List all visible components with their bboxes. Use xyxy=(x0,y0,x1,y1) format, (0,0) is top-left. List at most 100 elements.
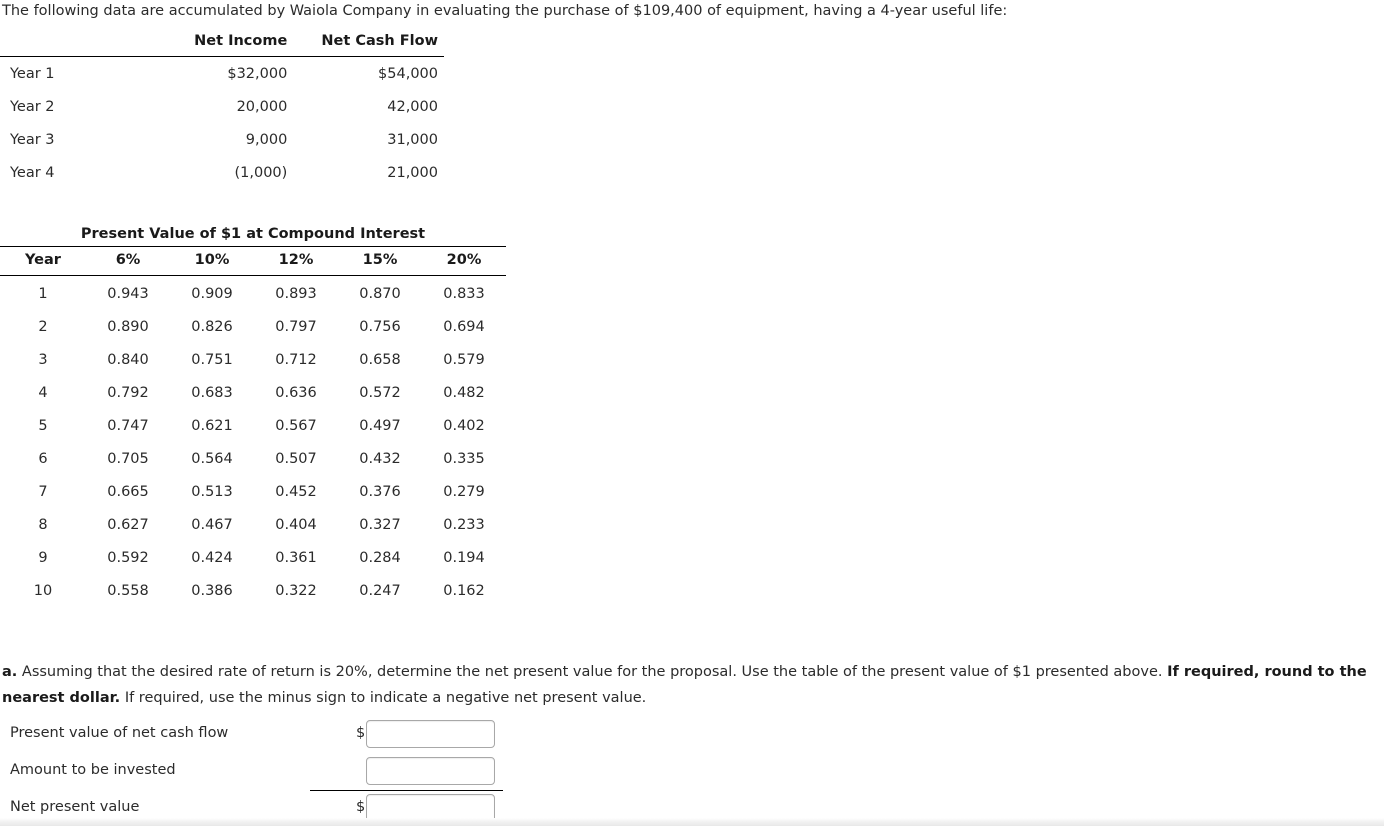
pv-cell-r6: 0.665 xyxy=(107,484,149,500)
pv-cell-r15: 0.432 xyxy=(359,451,401,467)
pv-cell-r20: 0.194 xyxy=(443,550,485,566)
pv-cell-r20: 0.833 xyxy=(443,286,485,302)
pv-cell-r10: 0.424 xyxy=(191,550,233,566)
pv-cell-r10: 0.513 xyxy=(191,484,233,500)
pv-cell-r6: 0.792 xyxy=(107,385,149,401)
answer-entry-block: Present value of net cash flow $ Amount … xyxy=(0,716,560,826)
answer-label: Present value of net cash flow xyxy=(10,725,229,741)
pv-cell-r6: 0.592 xyxy=(107,550,149,566)
pv-cell-r15: 0.327 xyxy=(359,517,401,533)
amount-to-be-invested-input[interactable] xyxy=(366,757,495,785)
pv-cell-r15: 0.376 xyxy=(359,484,401,500)
pv-cell-r15: 0.756 xyxy=(359,319,401,335)
pv-cell-r6: 0.890 xyxy=(107,319,149,335)
pv-cell-r12: 0.893 xyxy=(275,286,317,302)
pv-cell-r6: 0.840 xyxy=(107,352,149,368)
present-value-table: Year 6% 10% 12% 15% 20% 1 0.943 0.909 0.… xyxy=(0,246,506,606)
worksheet-page: The following data are accumulated by Wa… xyxy=(0,0,1384,826)
data-row-net-income: 20,000 xyxy=(236,99,288,115)
data-row-label: Year 1 xyxy=(10,66,55,82)
data-table-header-net-income: Net Income xyxy=(140,30,294,57)
pv-table-body: 1 0.943 0.909 0.893 0.870 0.833 2 0.890 … xyxy=(0,276,506,607)
table-row: 2 0.890 0.826 0.797 0.756 0.694 xyxy=(0,309,506,342)
pv-cell-year: 8 xyxy=(38,517,48,533)
pv-cell-r15: 0.870 xyxy=(359,286,401,302)
pv-cell-year: 3 xyxy=(38,352,48,368)
pv-cell-r12: 0.452 xyxy=(275,484,317,500)
pv-header-rate-6: 6% xyxy=(86,246,170,276)
pv-cell-r20: 0.279 xyxy=(443,484,485,500)
pv-cell-r6: 0.627 xyxy=(107,517,149,533)
pv-cell-r15: 0.284 xyxy=(359,550,401,566)
data-row-net-cash-flow: 21,000 xyxy=(387,165,438,181)
pv-cell-year: 9 xyxy=(38,550,48,566)
table-row: 10 0.558 0.386 0.322 0.247 0.162 xyxy=(0,573,506,606)
answer-label: Amount to be invested xyxy=(10,762,176,778)
pv-cell-r10: 0.683 xyxy=(191,385,233,401)
data-row-label: Year 4 xyxy=(10,165,55,181)
table-row: 1 0.943 0.909 0.893 0.870 0.833 xyxy=(0,276,506,310)
pv-cell-r12: 0.507 xyxy=(275,451,317,467)
pv-cell-r15: 0.497 xyxy=(359,418,401,434)
data-row-label: Year 3 xyxy=(10,132,55,148)
dollar-sign-icon: $ xyxy=(356,799,366,815)
pv-cell-r10: 0.621 xyxy=(191,418,233,434)
answer-row-present-value-net-cash-flow: Present value of net cash flow $ xyxy=(0,716,560,753)
pv-cell-r6: 0.943 xyxy=(107,286,149,302)
pv-cell-year: 7 xyxy=(38,484,48,500)
net-income-cash-flow-table: Net Income Net Cash Flow Year 1 $32,000 … xyxy=(0,30,444,189)
pv-cell-year: 10 xyxy=(33,583,53,599)
pv-cell-year: 1 xyxy=(38,286,48,302)
table-row: 9 0.592 0.424 0.361 0.284 0.194 xyxy=(0,540,506,573)
pv-cell-r20: 0.402 xyxy=(443,418,485,434)
data-row-net-cash-flow: 31,000 xyxy=(387,132,438,148)
pv-cell-r10: 0.467 xyxy=(191,517,233,533)
pv-cell-r6: 0.705 xyxy=(107,451,149,467)
table-row: Year 2 20,000 42,000 xyxy=(0,90,444,123)
pv-cell-r6: 0.747 xyxy=(107,418,149,434)
present-value-net-cash-flow-input[interactable] xyxy=(366,720,495,748)
pv-cell-r15: 0.247 xyxy=(359,583,401,599)
table-row: 6 0.705 0.564 0.507 0.432 0.335 xyxy=(0,441,506,474)
question-text-part1: Assuming that the desired rate of return… xyxy=(21,664,1163,680)
pv-cell-r12: 0.322 xyxy=(275,583,317,599)
pv-cell-r20: 0.335 xyxy=(443,451,485,467)
pv-header-rate-20: 20% xyxy=(422,246,506,276)
data-row-net-income: (1,000) xyxy=(234,165,288,181)
answer-row-amount-to-be-invested: Amount to be invested xyxy=(0,753,560,790)
pv-cell-r10: 0.826 xyxy=(191,319,233,335)
present-value-table-title: Present Value of $1 at Compound Interest xyxy=(80,226,426,242)
question-text-part2: If required, use the minus sign to indic… xyxy=(124,690,647,706)
question-a: a. Assuming that the desired rate of ret… xyxy=(2,659,1382,711)
pv-cell-r12: 0.712 xyxy=(275,352,317,368)
pv-header-year: Year xyxy=(0,246,86,276)
pv-cell-year: 2 xyxy=(38,319,48,335)
page-bottom-edge xyxy=(0,818,1384,826)
pv-table-header-row: Year 6% 10% 12% 15% 20% xyxy=(0,246,506,276)
pv-cell-year: 4 xyxy=(38,385,48,401)
pv-cell-year: 5 xyxy=(38,418,48,434)
pv-cell-r20: 0.162 xyxy=(443,583,485,599)
pv-cell-r12: 0.797 xyxy=(275,319,317,335)
data-row-net-cash-flow: $54,000 xyxy=(378,66,438,82)
pv-cell-r15: 0.658 xyxy=(359,352,401,368)
data-row-net-cash-flow: 42,000 xyxy=(387,99,438,115)
data-table-header-blank xyxy=(0,30,141,57)
pv-header-rate-15: 15% xyxy=(338,246,422,276)
pv-cell-r20: 0.233 xyxy=(443,517,485,533)
data-row-net-income: 9,000 xyxy=(245,132,288,148)
pv-cell-r12: 0.636 xyxy=(275,385,317,401)
table-row: 4 0.792 0.683 0.636 0.572 0.482 xyxy=(0,375,506,408)
pv-cell-r10: 0.751 xyxy=(191,352,233,368)
table-row: 3 0.840 0.751 0.712 0.658 0.579 xyxy=(0,342,506,375)
table-row: Year 4 (1,000) 21,000 xyxy=(0,156,444,189)
pv-cell-r12: 0.567 xyxy=(275,418,317,434)
pv-cell-r10: 0.386 xyxy=(191,583,233,599)
table-row: Year 1 $32,000 $54,000 xyxy=(0,57,444,91)
pv-header-rate-10: 10% xyxy=(170,246,254,276)
pv-cell-r12: 0.361 xyxy=(275,550,317,566)
pv-header-rate-12: 12% xyxy=(254,246,338,276)
pv-cell-year: 6 xyxy=(38,451,48,467)
pv-cell-r15: 0.572 xyxy=(359,385,401,401)
table-row: Year 3 9,000 31,000 xyxy=(0,123,444,156)
